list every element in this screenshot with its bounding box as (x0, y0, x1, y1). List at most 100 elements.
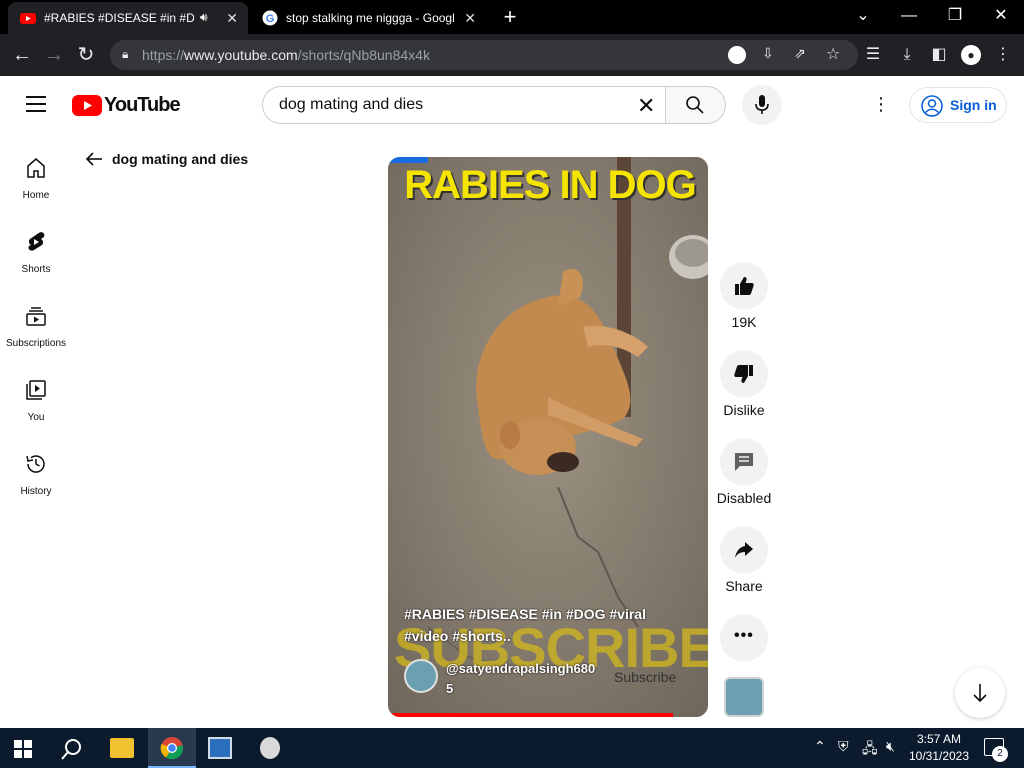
bookmark-star-icon[interactable]: ☆ (826, 44, 840, 64)
restore-button[interactable]: ❐ (932, 4, 978, 28)
back-to-search-link[interactable]: dog mating and dies (84, 148, 248, 170)
channel-name[interactable]: @satyendrapalsingh680 5 (446, 659, 595, 699)
tab-rabies-video[interactable]: #RABIES #DISEASE #in #DOG #viral 🔊︎ ✕ (8, 2, 248, 34)
youtube-favicon-icon (20, 13, 36, 24)
sidebar-item-label: Shorts (21, 264, 51, 275)
forward-arrow-icon[interactable]: → (40, 41, 68, 69)
subscriptions-icon (26, 307, 46, 326)
tab-close-icon[interactable]: ✕ (226, 10, 238, 27)
google-favicon-icon: G (262, 10, 278, 26)
clear-search-icon[interactable]: ✕ (637, 93, 655, 119)
sidebar-item-home[interactable]: Home (0, 142, 72, 216)
file-explorer-icon[interactable] (110, 738, 134, 758)
clock-time: 3:57 AM (916, 732, 962, 746)
search-input[interactable]: dog mating and dies ✕ (262, 86, 665, 124)
arrow-back-icon (85, 152, 102, 166)
search-query: dog mating and dies (279, 96, 424, 113)
sidebar-item-you[interactable]: You (0, 364, 72, 438)
share-icon (735, 542, 753, 558)
sidebar-item-shorts[interactable]: Shorts (0, 216, 72, 290)
share-button[interactable] (720, 526, 768, 574)
shorts-icon (28, 232, 45, 251)
new-tab-button[interactable]: + (498, 4, 522, 30)
tab-google-search[interactable]: G stop stalking me niggga - Google Searc… (250, 2, 486, 34)
home-icon (27, 158, 45, 178)
tab-title: #RABIES #DISEASE #in #DOG #viral (44, 11, 194, 25)
channel-name-line: @satyendrapalsingh680 (446, 661, 596, 676)
comments-button[interactable] (720, 438, 768, 486)
remote-desktop-icon[interactable] (208, 737, 232, 759)
svg-text:G: G (266, 13, 275, 25)
side-panel-icon[interactable]: ◧ (928, 44, 950, 66)
reading-list-icon[interactable]: ☰ (862, 44, 884, 66)
minimize-button[interactable]: — (886, 4, 932, 28)
security-status-icon[interactable]: ⛨ (838, 738, 849, 755)
thumbs-down-icon (734, 365, 753, 383)
microphone-icon (755, 95, 769, 114)
sign-in-label: Sign in (950, 97, 997, 113)
channel-avatar[interactable] (404, 659, 438, 693)
network-icon[interactable]: 🖧 (862, 738, 878, 762)
description-line: #video #shorts.. (404, 628, 511, 644)
voice-search-button[interactable] (742, 85, 782, 125)
chrome-icon (160, 737, 184, 760)
browser-tab-strip: #RABIES #DISEASE #in #DOG #viral 🔊︎ ✕ G … (0, 0, 1024, 34)
youtube-logo-text: YouTube (104, 93, 181, 116)
windows-start-icon[interactable] (14, 740, 32, 758)
youtube-logo-icon (72, 94, 102, 116)
description-line: #RABIES #DISEASE #in #DOG #viral (404, 606, 646, 622)
search-button[interactable] (665, 86, 726, 124)
subscribe-button[interactable]: Subscribe (614, 669, 676, 685)
sound-thumbnail[interactable] (724, 677, 764, 717)
sidebar-item-history[interactable]: History (0, 438, 72, 512)
sidebar-item-label: Subscriptions (5, 338, 67, 349)
profile-avatar-icon[interactable]: ● (960, 44, 982, 66)
windows-taskbar: ⌃ ⛨ 🖧 🔇︎ 3:57 AM 10/31/2023 2 (0, 728, 1024, 768)
sign-in-button[interactable]: Sign in (909, 87, 1007, 123)
dislike-button[interactable] (720, 350, 768, 398)
search-query-title: dog mating and dies (112, 151, 249, 167)
address-bar[interactable]: 🔒︎ https://www.youtube.com/shorts/qNb8un… (110, 40, 858, 70)
lock-icon: 🔒︎ (122, 47, 129, 61)
chrome-menu-icon[interactable]: ⋮ (992, 44, 1014, 66)
clock[interactable]: 3:57 AM 10/31/2023 (904, 731, 974, 765)
next-video-button[interactable] (955, 668, 1005, 718)
more-actions-button[interactable]: ••• (720, 614, 768, 662)
share-page-icon[interactable]: ⇗ (794, 45, 806, 62)
like-button[interactable] (720, 262, 768, 310)
menu-hamburger-icon[interactable] (26, 96, 46, 112)
sidebar-item-label: You (27, 412, 45, 423)
channel-name-line: 5 (446, 681, 454, 696)
show-hidden-icons[interactable]: ⌃ (814, 738, 826, 755)
tab-close-icon[interactable]: ✕ (464, 10, 476, 27)
speaker-icon[interactable]: 🔊︎ (200, 10, 208, 25)
url-text: https://www.youtube.com/shorts/qNb8un84x… (142, 47, 430, 63)
close-window-button[interactable]: ✕ (978, 4, 1024, 28)
tab-search-icon[interactable]: ⌄ (840, 4, 886, 28)
search-icon (686, 96, 704, 114)
history-icon (26, 455, 45, 473)
tab-title: stop stalking me niggga - Google Search (286, 11, 454, 25)
account-circle-icon (921, 95, 943, 117)
search-taskbar-icon[interactable] (60, 737, 84, 761)
app-icon[interactable] (260, 737, 280, 759)
sidebar-item-label: History (20, 486, 52, 497)
chrome-taskbar-button[interactable] (148, 728, 196, 768)
more-horizontal-icon: ••• (734, 627, 754, 644)
install-app-icon[interactable]: ⇩ (762, 45, 774, 62)
share-label: Share (725, 578, 763, 594)
comment-icon (735, 453, 753, 471)
like-count: 19K (731, 314, 757, 330)
downloads-icon[interactable]: ⤓ (896, 44, 918, 66)
youtube-logo[interactable]: YouTube (72, 93, 181, 116)
short-video-player[interactable]: RABIES IN DOG SUBSCRIBE #RABIES #DISEASE… (388, 157, 708, 717)
video-overlay-title: RABIES IN DOG (404, 163, 696, 207)
sidebar-item-subscriptions[interactable]: Subscriptions (0, 290, 72, 364)
back-arrow-icon[interactable]: ← (8, 41, 36, 69)
reload-icon[interactable]: ↻ (72, 41, 100, 69)
dislike-label: Dislike (723, 402, 765, 418)
google-lens-icon[interactable] (728, 46, 746, 64)
short-description: #RABIES #DISEASE #in #DOG #viral #video … (404, 603, 694, 647)
volume-muted-icon[interactable]: 🔇︎ (886, 738, 895, 755)
settings-more-icon[interactable]: ⋮ (872, 94, 890, 115)
